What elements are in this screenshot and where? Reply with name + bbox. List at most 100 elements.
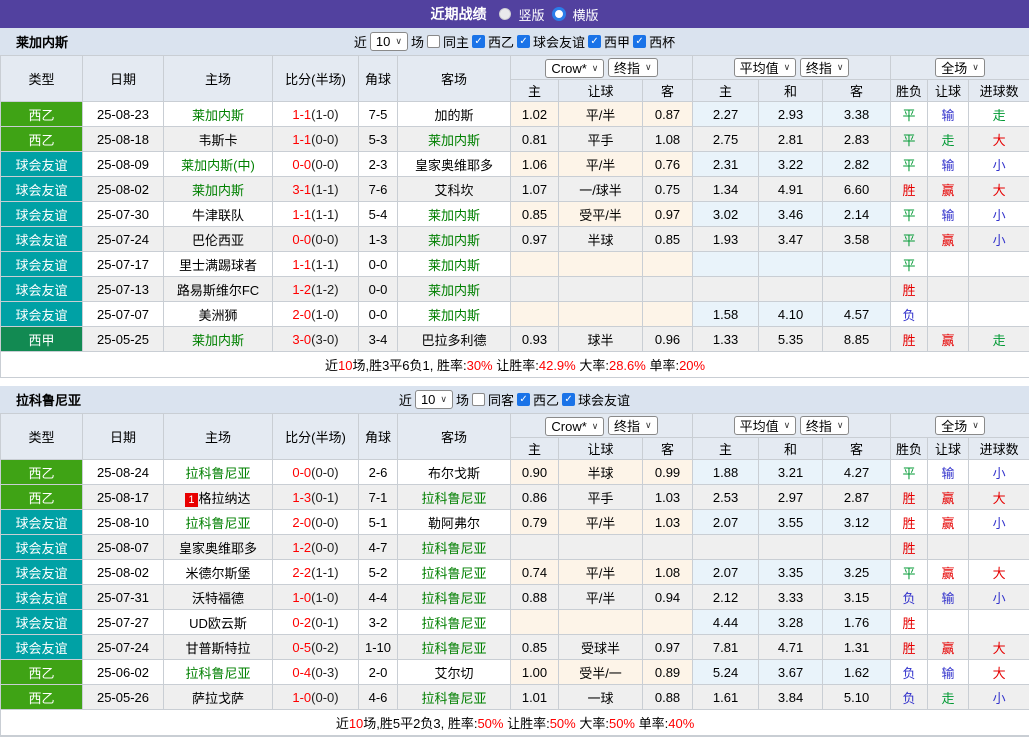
avg-home <box>693 252 759 277</box>
horizontal-layout-radio[interactable] <box>552 7 566 21</box>
home-team-name[interactable]: 里士满踢球者 <box>179 258 257 273</box>
corners-cell: 7-5 <box>359 102 398 127</box>
home-team-name[interactable]: 拉科鲁尼亚 <box>185 666 250 681</box>
home-team-name[interactable]: 拉科鲁尼亚 <box>185 516 250 531</box>
away-team-name[interactable]: 艾尔切 <box>434 666 473 681</box>
home-team-name[interactable]: 路易斯维尔FC <box>177 283 259 298</box>
half-time-score: (0-0) <box>311 232 338 247</box>
half-time-score: (1-1) <box>311 207 338 222</box>
away-team-name[interactable]: 拉科鲁尼亚 <box>421 591 486 606</box>
away-team-cell: 拉科鲁尼亚 <box>398 560 511 585</box>
section-header: 拉科鲁尼亚 近10∨场同客✓西乙✓球会友谊 <box>0 386 1029 413</box>
home-team-name[interactable]: 萨拉戈萨 <box>192 691 244 706</box>
home-team-name[interactable]: 莱加内斯 <box>192 183 244 198</box>
away-team-name[interactable]: 拉科鲁尼亚 <box>421 691 486 706</box>
vertical-layout-radio[interactable] <box>499 8 511 20</box>
odds-away <box>643 302 693 327</box>
away-team-name[interactable]: 勒阿弗尔 <box>428 516 480 531</box>
odds-home: 0.85 <box>511 635 559 660</box>
sub-col-handicap: 让球 <box>928 438 969 460</box>
average-select[interactable]: 平均值∨ <box>734 58 797 77</box>
summary-segment: 30% <box>467 358 493 373</box>
home-team-cell: 韦斯卡 <box>164 127 273 152</box>
competition-checkbox[interactable]: ✓ <box>517 393 530 406</box>
away-team-name[interactable]: 拉科鲁尼亚 <box>421 491 486 506</box>
home-team-name[interactable]: 莱加内斯 <box>192 108 244 123</box>
fulltime-select[interactable]: 全场∨ <box>935 58 985 77</box>
competition-badge: 西乙 <box>1 660 83 685</box>
home-team-name[interactable]: 美洲狮 <box>198 308 237 323</box>
home-team-name[interactable]: 莱加内斯(中) <box>181 158 255 173</box>
away-team-name[interactable]: 拉科鲁尼亚 <box>421 616 486 631</box>
bookmaker-select[interactable]: Crow*∨ <box>545 59 604 78</box>
same-venue-checkbox[interactable] <box>472 393 485 406</box>
match-date: 25-08-23 <box>83 102 164 127</box>
corners-cell: 2-6 <box>359 460 398 485</box>
bookmaker-select[interactable]: Crow*∨ <box>545 417 604 436</box>
competition-checkbox[interactable]: ✓ <box>588 35 601 48</box>
competition-badge: 球会友谊 <box>1 202 83 227</box>
away-team-name[interactable]: 莱加内斯 <box>428 133 480 148</box>
avg-home: 2.53 <box>693 485 759 510</box>
recent-count-select[interactable]: 10∨ <box>370 32 408 51</box>
home-team-name[interactable]: 韦斯卡 <box>198 133 237 148</box>
result-outcome: 负 <box>891 685 928 710</box>
away-team-name[interactable]: 莱加内斯 <box>428 308 480 323</box>
fulltime-select[interactable]: 全场∨ <box>935 416 985 435</box>
avg-stage-select[interactable]: 终指∨ <box>800 58 850 77</box>
home-team-cell: UD欧云斯 <box>164 610 273 635</box>
avg-away: 3.38 <box>823 102 891 127</box>
away-team-name[interactable]: 莱加内斯 <box>428 258 480 273</box>
away-team-cell: 勒阿弗尔 <box>398 510 511 535</box>
home-team-name[interactable]: 拉科鲁尼亚 <box>185 466 250 481</box>
summary-segment: 近 <box>325 358 338 373</box>
home-team-name[interactable]: 格拉纳达 <box>199 491 251 506</box>
home-team-name[interactable]: 牛津联队 <box>192 208 244 223</box>
home-team-name[interactable]: 皇家奥维耶多 <box>179 541 257 556</box>
odds-stage-select[interactable]: 终指∨ <box>608 58 658 77</box>
competition-checkbox[interactable]: ✓ <box>562 393 575 406</box>
home-team-name[interactable]: 米德尔斯堡 <box>185 566 250 581</box>
odds-handicap-line: 平/半 <box>559 152 643 177</box>
summary-segment: 28.6% <box>609 358 646 373</box>
avg-draw: 3.46 <box>759 202 823 227</box>
half-time-score: (3-0) <box>311 332 338 347</box>
away-team-name[interactable]: 拉科鲁尼亚 <box>421 541 486 556</box>
avg-stage-select[interactable]: 终指∨ <box>800 416 850 435</box>
score-cell: 1-1(1-1) <box>273 252 359 277</box>
away-team-name[interactable]: 莱加内斯 <box>428 233 480 248</box>
avg-draw: 3.47 <box>759 227 823 252</box>
away-team-name[interactable]: 艾科坎 <box>434 183 473 198</box>
home-team-cell: 巴伦西亚 <box>164 227 273 252</box>
competition-checkbox[interactable]: ✓ <box>633 35 646 48</box>
away-team-name[interactable]: 巴拉多利德 <box>421 333 486 348</box>
home-team-name[interactable]: UD欧云斯 <box>189 616 247 631</box>
away-team-name[interactable]: 拉科鲁尼亚 <box>421 566 486 581</box>
full-time-score: 1-2 <box>292 282 311 297</box>
home-team-name[interactable]: 沃特福德 <box>192 591 244 606</box>
recent-count-select[interactable]: 10∨ <box>415 390 453 409</box>
away-team-name[interactable]: 加的斯 <box>434 108 473 123</box>
away-team-name[interactable]: 莱加内斯 <box>428 283 480 298</box>
sub-col-odds-away: 客 <box>643 80 693 102</box>
competition-checkbox[interactable]: ✓ <box>517 35 530 48</box>
home-team-name[interactable]: 巴伦西亚 <box>192 233 244 248</box>
home-team-name[interactable]: 莱加内斯 <box>192 333 244 348</box>
competition-badge: 球会友谊 <box>1 277 83 302</box>
recent-results-page: 近期战绩 竖版 横版 莱加内斯 近10∨场同主✓西乙✓球会友谊✓西甲✓西杯 类型… <box>0 0 1029 737</box>
competition-checkbox[interactable]: ✓ <box>472 35 485 48</box>
team-name-heading: 拉科鲁尼亚 <box>16 390 81 409</box>
away-team-name[interactable]: 拉科鲁尼亚 <box>421 641 486 656</box>
away-team-name[interactable]: 莱加内斯 <box>428 208 480 223</box>
full-time-score: 2-2 <box>292 565 311 580</box>
match-date: 25-07-07 <box>83 302 164 327</box>
matches-label: 场 <box>456 390 469 409</box>
odds-stage-select[interactable]: 终指∨ <box>608 416 658 435</box>
same-venue-checkbox[interactable] <box>427 35 440 48</box>
away-team-name[interactable]: 皇家奥维耶多 <box>415 158 493 173</box>
away-team-name[interactable]: 布尔戈斯 <box>428 466 480 481</box>
home-team-name[interactable]: 甘普斯特拉 <box>185 641 250 656</box>
away-team-cell: 皇家奥维耶多 <box>398 152 511 177</box>
match-row: 球会友谊25-08-02莱加内斯3-1(1-1)7-6艾科坎1.07一/球半0.… <box>1 177 1029 202</box>
average-select[interactable]: 平均值∨ <box>734 416 797 435</box>
